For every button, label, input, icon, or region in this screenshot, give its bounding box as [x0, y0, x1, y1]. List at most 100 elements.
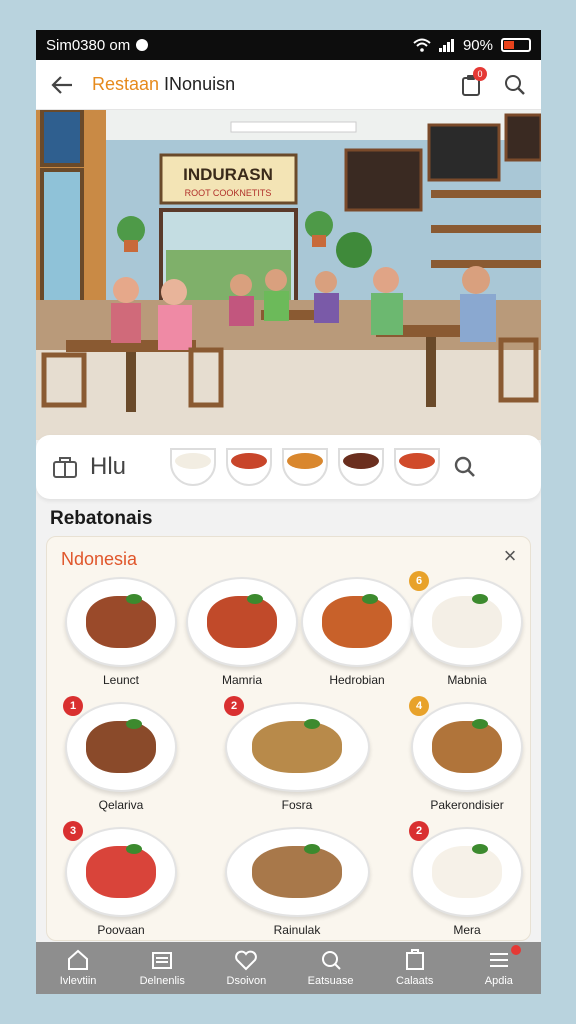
dish-plate	[411, 702, 523, 792]
cart-icon	[402, 949, 428, 971]
menu-card-title: Ndonesia	[61, 549, 138, 569]
menu-card: Ndonesia × Leunct Mamria Hedrobian 6 Mabnia 1…	[46, 536, 531, 941]
status-bar: Sim0380 om 90%	[36, 30, 541, 60]
dish-name: Leunct	[102, 673, 140, 687]
bottom-nav: Ivlevtiin Delnenlis Dsoivon Eatsuase Calaats…	[36, 942, 541, 994]
dish-item[interactable]: Hedrobian	[297, 577, 417, 687]
category-bowl-vegetables[interactable]	[394, 448, 440, 486]
battery-icon	[501, 38, 531, 52]
bag-icon	[53, 457, 77, 478]
signal-icon	[438, 39, 454, 52]
dish-name: Fosra	[281, 798, 313, 812]
dish-item[interactable]: 2 Mera	[407, 821, 527, 937]
hero-sign-line2: ROOT COOKNETITS	[185, 188, 272, 198]
dish-food	[432, 596, 502, 648]
search-icon	[454, 456, 475, 477]
nav-label: Dsoivon	[226, 975, 267, 987]
dish-food	[432, 721, 502, 773]
section-title: Rebatonais	[50, 508, 153, 529]
dish-plate	[411, 577, 523, 667]
dish-food	[86, 596, 156, 648]
dish-plate	[411, 827, 523, 917]
nav-label: Apdia	[484, 975, 513, 987]
nav-item[interactable]: Calaats	[375, 949, 455, 987]
page-title-accent: Restaan	[92, 74, 160, 94]
phone-screen: Sim0380 om 90% Restaan INonuisn 0 INDURA…	[36, 30, 541, 994]
dish-item[interactable]: 4 Pakerondisier	[407, 696, 527, 812]
dish-name: Qelariva	[98, 798, 144, 812]
menu-icon	[486, 949, 512, 971]
back-button[interactable]	[48, 71, 76, 99]
arrow-left-icon	[51, 75, 72, 94]
nav-item[interactable]: Ivlevtiin	[38, 949, 118, 987]
dish-plate	[224, 827, 370, 917]
dish-item[interactable]: Rainulak	[222, 827, 372, 937]
category-bowl-beans[interactable]	[338, 448, 384, 486]
nav-label: Calaats	[396, 975, 434, 987]
nav-item[interactable]: Apdia	[459, 945, 539, 987]
dish-name: Poovaan	[97, 923, 145, 937]
search-button[interactable]	[501, 71, 529, 99]
bag-button[interactable]	[50, 452, 80, 482]
dish-badge: 1	[63, 696, 83, 716]
bookmark-button[interactable]: 0	[457, 66, 487, 99]
dish-name: Mabnia	[447, 673, 487, 687]
dish-item[interactable]: 6 Mabnia	[407, 571, 527, 687]
nav-label: Delnenlis	[139, 975, 185, 987]
dish-item[interactable]: Mamria	[182, 577, 302, 687]
dish-badge: 3	[63, 821, 83, 841]
restaurant-hero-image: INDURASN ROOT COOKNETITS	[36, 110, 541, 440]
page-title: Restaan INonuisn	[92, 74, 441, 95]
dish-badge: 4	[409, 696, 429, 716]
nav-item[interactable]: Delnenlis	[122, 949, 202, 987]
dish-item[interactable]: Leunct	[61, 577, 181, 687]
nav-label: Ivlevtiin	[59, 975, 97, 987]
dish-name: Mamria	[221, 673, 262, 687]
category-bowl-rice[interactable]	[170, 448, 216, 486]
dish-food	[322, 596, 392, 648]
dish-food	[251, 846, 343, 898]
dish-food	[86, 846, 156, 898]
nav-item[interactable]: Dsoivon	[206, 949, 286, 987]
notification-dot	[510, 945, 521, 955]
dish-food	[86, 721, 156, 773]
category-strip: Hlu	[36, 435, 541, 499]
dish-item[interactable]: 1 Qelariva	[61, 696, 181, 812]
home-icon	[65, 949, 91, 971]
dish-badge: 6	[409, 571, 429, 591]
dish-plate	[65, 702, 177, 792]
search-icon	[505, 74, 525, 95]
alert-icon	[136, 39, 149, 51]
nav-item[interactable]: Eatsuase	[291, 949, 371, 987]
dish-food	[251, 721, 343, 773]
heart-icon	[233, 949, 259, 971]
dish-food	[432, 846, 502, 898]
dish-item[interactable]: 2 Fosra	[222, 696, 372, 812]
dish-plate	[224, 702, 370, 792]
dish-name: Pakerondisier	[430, 798, 504, 812]
battery-percent: 90%	[462, 36, 493, 54]
category-bowl-noodle[interactable]	[226, 448, 272, 486]
dish-food	[207, 596, 277, 648]
wifi-icon	[413, 38, 431, 52]
dish-name: Rainulak	[273, 923, 321, 937]
list-icon	[149, 949, 175, 971]
category-label: Hlu	[90, 453, 127, 480]
category-bowl-nuggets[interactable]	[282, 448, 328, 486]
status-time: Sim0380 om	[46, 36, 131, 54]
restaurant-illustration: INDURASN ROOT COOKNETITS	[36, 110, 541, 440]
nav-label: Eatsuase	[307, 975, 354, 987]
hero-sign-line1: INDURASN	[183, 165, 273, 184]
dish-name: Hedrobian	[329, 673, 385, 687]
dish-badge: 2	[224, 696, 244, 716]
page-title-rest: INonuisn	[159, 74, 236, 94]
dish-plate	[186, 577, 298, 667]
category-search-button[interactable]	[450, 452, 480, 482]
close-icon: ×	[503, 543, 517, 568]
close-button[interactable]: ×	[498, 545, 522, 569]
dish-name: Mera	[453, 923, 481, 937]
app-header: Restaan INonuisn 0	[36, 60, 541, 110]
notification-badge: 0	[473, 66, 487, 81]
dish-badge: 2	[409, 821, 429, 841]
dish-item[interactable]: 3 Poovaan	[61, 821, 181, 937]
